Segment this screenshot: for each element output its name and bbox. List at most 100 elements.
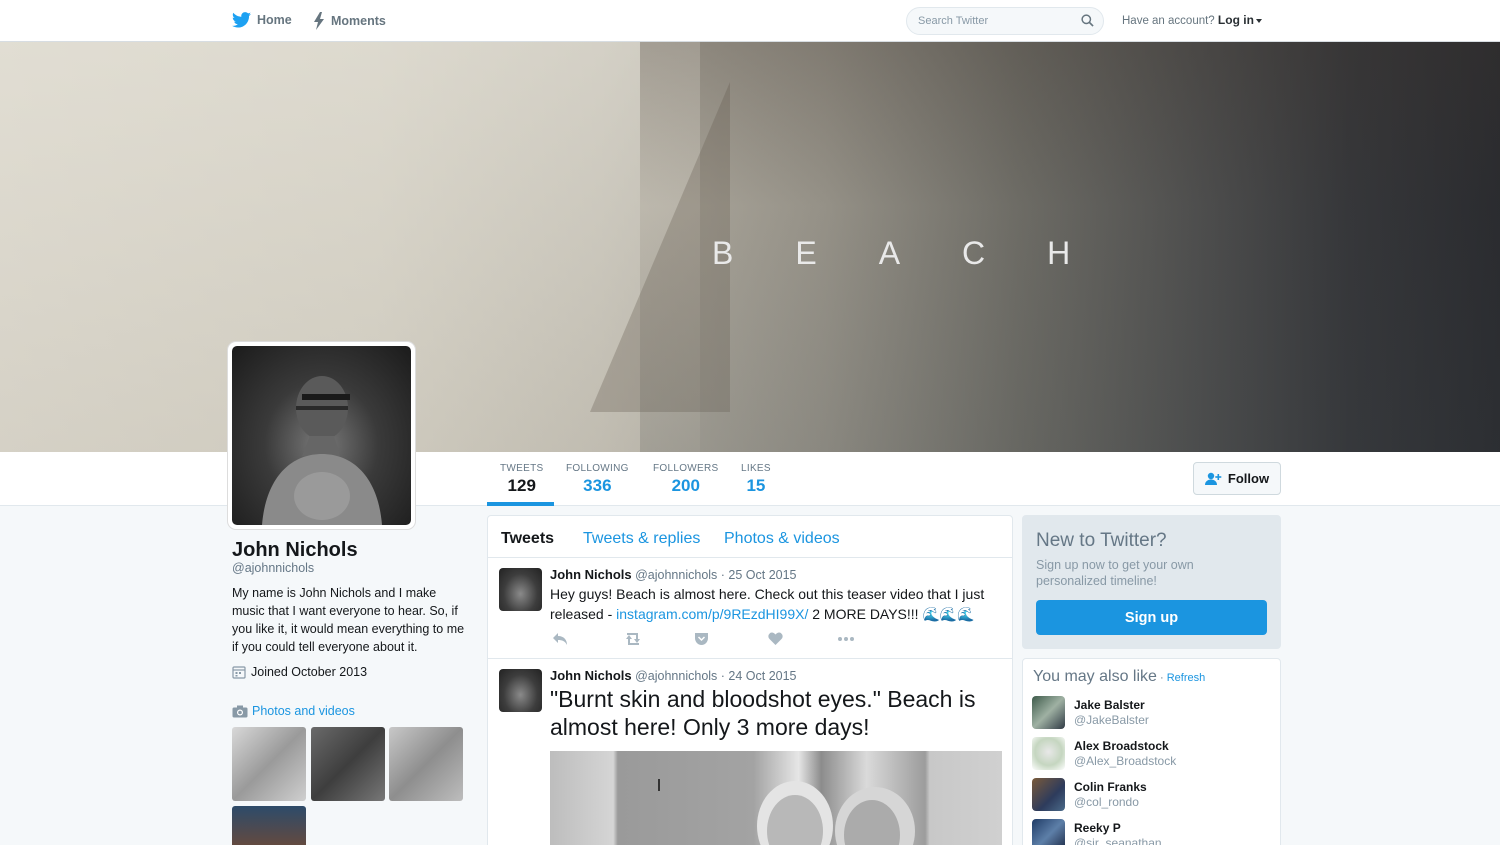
tweet-actions	[550, 632, 860, 650]
suggested-user[interactable]: Alex Broadstock @Alex_Broadstock	[1032, 737, 1272, 771]
photo-thumbnail[interactable]	[232, 806, 306, 845]
twitter-bird-icon	[232, 12, 251, 28]
tweet-avatar[interactable]	[499, 669, 542, 712]
banner-title: BEACH	[712, 235, 1133, 271]
stat-label: TWEETS	[500, 463, 544, 474]
tweet-avatar[interactable]	[499, 568, 542, 611]
avatar	[1032, 696, 1065, 729]
nav-moments[interactable]: Moments	[313, 12, 386, 30]
photos-and-videos-link[interactable]: Photos and videos	[232, 704, 355, 718]
chevron-down-icon	[1255, 18, 1262, 23]
tweet-meta: @ajohnnichols · 24 Oct 2015	[635, 669, 797, 683]
tweet-link[interactable]: instagram.com/p/9REzdHI99X/	[616, 606, 808, 622]
suggested-user-handle: @Alex_Broadstock	[1074, 754, 1177, 768]
timeline-tabs: Tweets Tweets & replies Photos & videos	[488, 516, 1012, 558]
reply-icon[interactable]	[552, 632, 568, 646]
tweet-author-name[interactable]: John Nichols	[550, 668, 632, 683]
stat-following[interactable]: FOLLOWING 336	[566, 463, 629, 496]
avatar-image	[232, 346, 411, 525]
wtf-title-row: You may also like · Refresh	[1033, 668, 1205, 686]
tweet-author-name[interactable]: John Nichols	[550, 567, 632, 582]
stat-likes[interactable]: LIKES 15	[741, 463, 771, 496]
retweet-icon[interactable]	[624, 632, 642, 646]
tab-tweets[interactable]: Tweets	[501, 530, 554, 548]
media-flowers	[658, 779, 915, 845]
camera-icon	[232, 705, 248, 717]
tweet-text: Hey guys! Beach is almost here. Check ou…	[550, 584, 1002, 624]
stat-value: 336	[583, 476, 612, 495]
suggested-user-name: Colin Franks	[1074, 780, 1147, 794]
profile-bio: My name is John Nichols and I make music…	[232, 586, 465, 654]
suggested-user-name: Reeky P	[1074, 821, 1121, 835]
profile-handle[interactable]: @ajohnnichols	[232, 561, 314, 575]
avatar	[1032, 778, 1065, 811]
suggested-user-name: Alex Broadstock	[1074, 739, 1169, 753]
heart-icon[interactable]	[768, 632, 783, 646]
nav-home[interactable]: Home	[232, 12, 292, 28]
joined-label: Joined October 2013	[251, 665, 368, 679]
top-navigation-bar: Home Moments Have an account? Log in	[0, 0, 1500, 42]
wtf-title: You may also like	[1033, 668, 1157, 685]
nav-home-label: Home	[257, 13, 292, 27]
avatar	[1032, 737, 1065, 770]
tab-tweets-and-replies[interactable]: Tweets & replies	[583, 530, 700, 548]
suggested-user-name: Jake Balster	[1074, 698, 1145, 712]
refresh-link[interactable]: Refresh	[1167, 672, 1206, 684]
follow-button[interactable]: Follow	[1193, 462, 1281, 495]
follow-label: Follow	[1227, 471, 1270, 486]
tweet-meta: @ajohnnichols · 25 Oct 2015	[635, 568, 797, 582]
search-box	[906, 7, 1104, 35]
suggested-user-handle: @col_rondo	[1074, 795, 1139, 809]
stat-value: 129	[507, 476, 536, 495]
pocket-icon[interactable]	[694, 632, 709, 646]
more-icon[interactable]	[837, 632, 855, 646]
lightning-icon	[314, 12, 324, 30]
avatar-silhouette	[262, 376, 382, 525]
joined-date: Joined October 2013	[232, 665, 367, 679]
suggested-user-handle: @JakeBalster	[1074, 713, 1149, 727]
stat-label: FOLLOWING	[566, 463, 629, 474]
tweet-media-image[interactable]	[550, 751, 1002, 845]
suggested-user[interactable]: Colin Franks @col_rondo	[1032, 778, 1272, 812]
photos-link-label: Photos and videos	[252, 704, 355, 718]
calendar-icon	[232, 666, 246, 679]
tweet-header: John Nichols @ajohnnichols · 25 Oct 2015	[550, 567, 797, 582]
account-prompt: Have an account?	[1122, 15, 1215, 27]
suggested-user-handle: @sir_seanathan	[1074, 836, 1162, 845]
stat-label: LIKES	[741, 463, 771, 474]
profile-banner: BEACH	[0, 42, 1500, 452]
stat-tweets[interactable]: TWEETS 129	[500, 463, 543, 496]
stat-followers[interactable]: FOLLOWERS 200	[653, 463, 719, 496]
timeline: Tweets Tweets & replies Photos & videos …	[487, 515, 1013, 845]
signup-button[interactable]: Sign up	[1036, 600, 1267, 635]
login-link[interactable]: Log in	[1218, 13, 1262, 27]
stat-value: 200	[671, 476, 700, 495]
photo-thumbnail[interactable]	[232, 727, 306, 801]
profile-avatar[interactable]	[228, 342, 415, 529]
signup-title: New to Twitter?	[1036, 530, 1167, 551]
profile-name: John Nichols	[232, 539, 358, 561]
active-stat-indicator	[487, 502, 554, 506]
tweet-header: John Nichols @ajohnnichols · 24 Oct 2015	[550, 668, 797, 683]
signup-description: Sign up now to get your own personalized…	[1036, 558, 1194, 588]
signup-module: New to Twitter? Sign up now to get your …	[1022, 515, 1281, 649]
stat-value: 15	[746, 476, 766, 495]
account-area: Have an account? Log in	[1122, 13, 1262, 27]
nav-moments-label: Moments	[331, 14, 386, 28]
tweet-text-part: 2 MORE DAYS!!! 🌊🌊🌊	[808, 606, 975, 622]
search-input[interactable]	[907, 8, 1067, 34]
photo-thumbnail[interactable]	[389, 727, 463, 801]
search-icon[interactable]	[1081, 14, 1094, 27]
login-label: Log in	[1217, 13, 1254, 27]
tweet[interactable]: John Nichols @ajohnnichols · 24 Oct 2015…	[488, 659, 1012, 845]
photo-thumbnail[interactable]	[311, 727, 385, 801]
suggested-user[interactable]: Reeky P @sir_seanathan	[1032, 819, 1272, 845]
who-to-follow-module: You may also like · Refresh Jake Balster…	[1022, 658, 1281, 845]
tab-photos-and-videos[interactable]: Photos & videos	[724, 530, 840, 548]
avatar	[1032, 819, 1065, 845]
tweet-text: "Burnt skin and bloodshot eyes." Beach i…	[550, 686, 976, 740]
tweet[interactable]: John Nichols @ajohnnichols · 25 Oct 2015…	[488, 558, 1012, 659]
stat-label: FOLLOWERS	[653, 463, 719, 474]
suggested-user[interactable]: Jake Balster @JakeBalster	[1032, 696, 1272, 730]
add-user-icon	[1204, 472, 1222, 485]
